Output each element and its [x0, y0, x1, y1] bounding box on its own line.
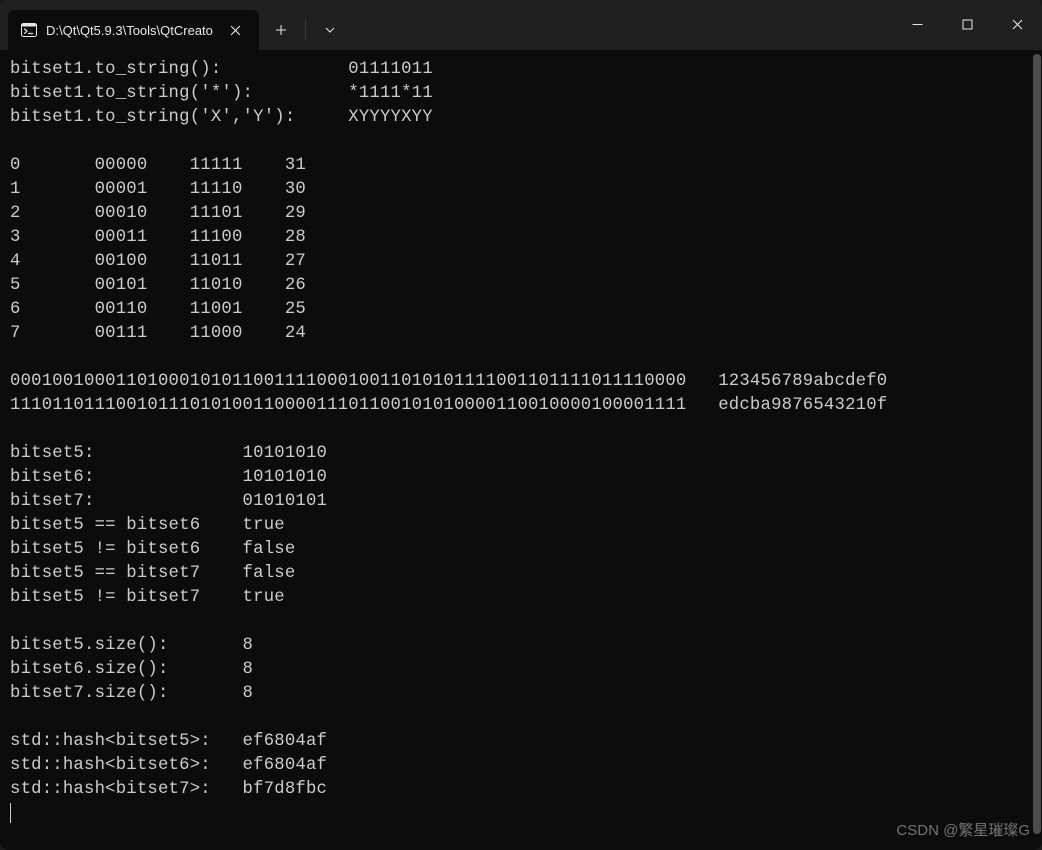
active-tab[interactable]: D:\Qt\Qt5.9.3\Tools\QtCreato	[8, 10, 259, 50]
titlebar-drag-area[interactable]	[352, 0, 892, 50]
scrollbar[interactable]	[1032, 50, 1042, 850]
tab-title: D:\Qt\Qt5.9.3\Tools\QtCreato	[46, 23, 213, 38]
plus-icon	[275, 24, 287, 36]
watermark: CSDN @繁星璀璨G	[896, 819, 1030, 840]
close-icon	[1012, 19, 1023, 30]
new-tab-button[interactable]	[259, 10, 303, 50]
terminal-output[interactable]: bitset1.to_string(): 01111011 bitset1.to…	[0, 50, 1032, 850]
tab-dropdown-button[interactable]	[308, 10, 352, 50]
divider	[305, 19, 306, 41]
terminal-window: D:\Qt\Qt5.9.3\Tools\QtCreato	[0, 0, 1042, 850]
cmd-icon	[20, 21, 38, 39]
maximize-icon	[962, 19, 973, 30]
minimize-icon	[912, 19, 923, 30]
window-controls	[892, 0, 1042, 50]
chevron-down-icon	[324, 24, 336, 36]
close-window-button[interactable]	[992, 4, 1042, 44]
close-icon	[230, 25, 241, 36]
tab-close-button[interactable]	[223, 17, 249, 43]
scrollbar-thumb[interactable]	[1033, 54, 1041, 834]
maximize-button[interactable]	[942, 4, 992, 44]
titlebar[interactable]: D:\Qt\Qt5.9.3\Tools\QtCreato	[0, 0, 1042, 50]
terminal-area: bitset1.to_string(): 01111011 bitset1.to…	[0, 50, 1042, 850]
minimize-button[interactable]	[892, 4, 942, 44]
cursor	[10, 803, 11, 823]
tab-actions	[259, 10, 352, 50]
